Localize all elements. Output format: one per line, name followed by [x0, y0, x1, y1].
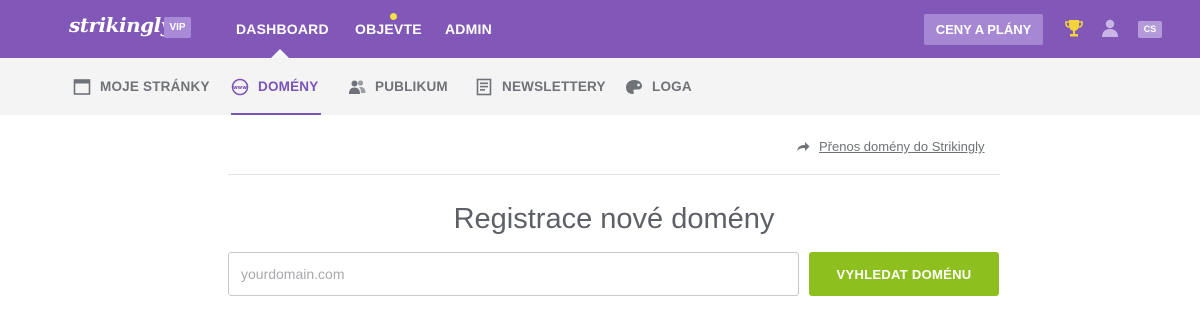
domain-search-input[interactable]	[228, 252, 799, 296]
subnav-label: PUBLIKUM	[375, 79, 448, 94]
page-heading: Registrace nové domény	[453, 203, 775, 235]
active-tab-underline	[231, 113, 321, 115]
search-domain-button[interactable]: VYHLEDAT DOMÉNU	[809, 252, 999, 296]
nav-admin[interactable]: ADMIN	[445, 21, 492, 37]
sub-navbar: MOJE STRÁNKY www DOMÉNY PUBLIKUM NEWSLET…	[0, 58, 1200, 115]
subnav-label: LOGA	[652, 79, 692, 94]
newsletter-icon	[476, 78, 492, 95]
subnav-moje-stranky[interactable]: MOJE STRÁNKY	[73, 58, 210, 115]
user-avatar-icon[interactable]	[1100, 18, 1120, 38]
transfer-link-text[interactable]: Přenos domény do Strikingly	[819, 139, 984, 154]
strikingly-logo[interactable]: strikingly	[69, 13, 172, 37]
notification-dot	[390, 13, 397, 20]
trophy-icon[interactable]	[1064, 18, 1084, 38]
subnav-newslettery[interactable]: NEWSLETTERY	[475, 58, 606, 115]
subnav-label: DOMÉNY	[258, 79, 319, 94]
people-icon	[349, 79, 366, 94]
language-switcher[interactable]: CS	[1138, 21, 1162, 38]
nav-objevte[interactable]: OBJEVTE	[355, 21, 422, 37]
active-nav-caret	[271, 49, 289, 58]
pricing-button[interactable]: CENY A PLÁNY	[924, 14, 1043, 45]
browser-window-icon	[73, 78, 91, 95]
vip-badge: VIP	[164, 17, 191, 38]
subnav-publikum[interactable]: PUBLIKUM	[348, 58, 448, 115]
subnav-domeny[interactable]: www DOMÉNY	[231, 58, 318, 115]
nav-dashboard[interactable]: DASHBOARD	[236, 21, 329, 37]
subnav-label: NEWSLETTERY	[502, 79, 606, 94]
domain-transfer-link[interactable]: Přenos domény do Strikingly	[796, 139, 984, 154]
www-icon: www	[231, 78, 249, 95]
section-divider	[228, 174, 1000, 175]
top-navbar: strikingly VIP DASHBOARD OBJEVTE ADMIN C…	[0, 0, 1200, 58]
subnav-label: MOJE STRÁNKY	[100, 79, 210, 94]
subnav-loga[interactable]: LOGA	[625, 58, 692, 115]
arrow-right-icon	[797, 141, 810, 151]
svg-text:www: www	[233, 85, 247, 91]
palette-icon	[626, 79, 642, 94]
